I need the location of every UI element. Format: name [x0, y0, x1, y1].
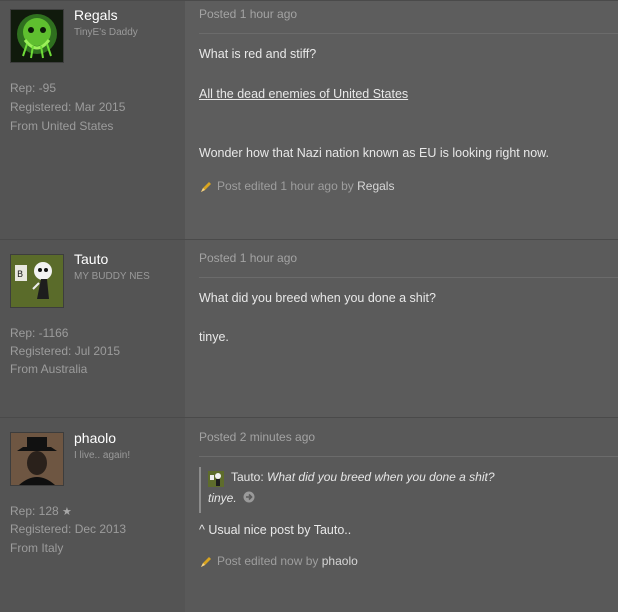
avatar[interactable]: [10, 9, 64, 63]
arrow-right-icon[interactable]: [243, 491, 255, 506]
edit-note-text: Post edited now by: [217, 554, 319, 568]
post-timestamp[interactable]: Posted 1 hour ago: [199, 7, 297, 21]
edit-note-text: Post edited 1 hour ago by: [217, 179, 354, 193]
post: B Tauto MY BUDDY NES Rep: -1166 Register…: [0, 239, 618, 417]
divider: [199, 277, 618, 278]
svg-text:B: B: [17, 270, 23, 280]
avatar[interactable]: B: [10, 254, 64, 308]
post: Regals TinyE's Daddy Rep: -95 Registered…: [0, 0, 618, 239]
edit-author[interactable]: Regals: [357, 179, 394, 193]
author-panel: B Tauto MY BUDDY NES Rep: -1166 Register…: [0, 240, 185, 417]
user-title: I live.. again!: [74, 450, 131, 461]
registered: Registered: Jul 2015: [10, 344, 121, 358]
post-text: ^ Usual nice post by Tauto..: [199, 523, 352, 537]
edit-note: Post edited 1 hour ago by Regals: [199, 179, 394, 194]
username[interactable]: phaolo: [74, 430, 116, 446]
quote-tail: tinye.: [208, 491, 255, 506]
location: From United States: [10, 119, 114, 133]
post-timestamp[interactable]: Posted 1 hour ago: [199, 251, 297, 265]
divider: [199, 33, 618, 34]
quote-avatar[interactable]: [208, 471, 224, 487]
author-panel: Regals TinyE's Daddy Rep: -95 Registered…: [0, 1, 185, 239]
post-text: What is red and stiff?: [199, 47, 317, 61]
divider: [199, 456, 618, 457]
star-icon: ★: [62, 506, 72, 518]
location: From Italy: [10, 541, 64, 555]
avatar[interactable]: [10, 432, 64, 486]
post-text: What did you breed when you done a shit?: [199, 291, 436, 305]
post-link[interactable]: All the dead enemies of United States: [199, 87, 408, 101]
registered: Registered: Dec 2013: [10, 522, 127, 536]
quote-block: Tauto: What did you breed when you done …: [199, 467, 511, 513]
quote-author[interactable]: Tauto:: [231, 470, 264, 484]
location: From Australia: [10, 362, 88, 376]
username[interactable]: Tauto: [74, 251, 108, 267]
user-title: MY BUDDY NES: [74, 271, 150, 282]
post-timestamp[interactable]: Posted 2 minutes ago: [199, 430, 315, 444]
pencil-icon: [199, 555, 213, 569]
quote-tail-text: tinye.: [208, 491, 237, 505]
rep: Rep: 128 ★: [10, 504, 72, 518]
user-title: TinyE's Daddy: [74, 27, 138, 38]
rep: Rep: -1166: [10, 326, 69, 340]
rep: Rep: -95: [10, 81, 57, 95]
rep-value: Rep: 128: [10, 504, 59, 518]
edit-author[interactable]: phaolo: [322, 554, 358, 568]
quote-text: Tauto: What did you breed when you done …: [231, 470, 495, 484]
edit-note: Post edited now by phaolo: [199, 554, 358, 569]
author-panel: phaolo I live.. again! Rep: 128 ★ Regist…: [0, 418, 185, 612]
username[interactable]: Regals: [74, 7, 118, 23]
post-text: Wonder how that Nazi nation known as EU …: [199, 146, 549, 160]
pencil-icon: [199, 180, 213, 194]
registered: Registered: Mar 2015: [10, 100, 126, 114]
post-text: tinye.: [199, 330, 229, 344]
post: phaolo I live.. again! Rep: 128 ★ Regist…: [0, 417, 618, 612]
quote-body: What did you breed when you done a shit?: [267, 470, 495, 484]
